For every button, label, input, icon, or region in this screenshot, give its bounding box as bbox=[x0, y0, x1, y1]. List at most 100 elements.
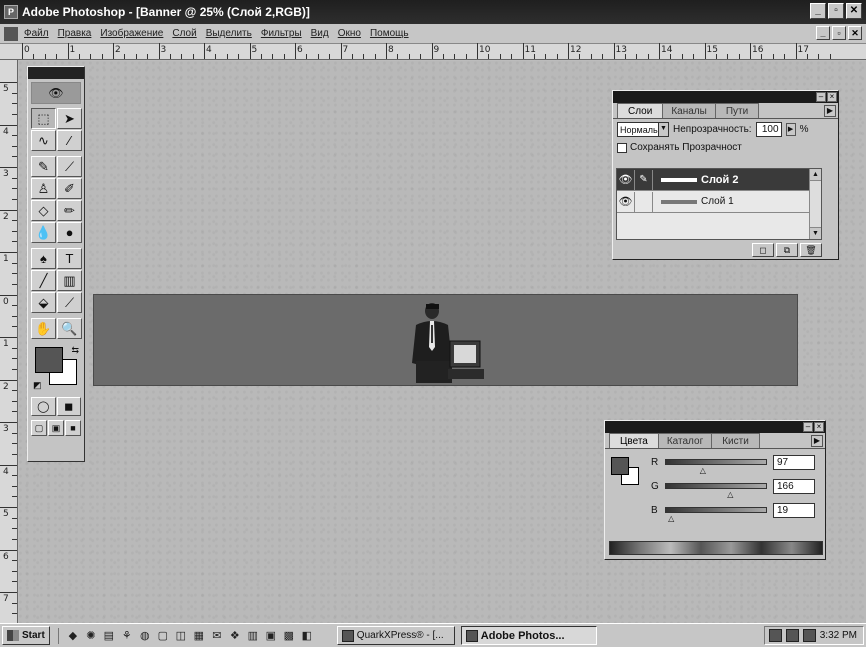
menu-view[interactable]: Вид bbox=[311, 28, 329, 39]
volume-icon[interactable] bbox=[785, 629, 799, 642]
menu-file[interactable]: Файл bbox=[24, 28, 49, 39]
paint-bucket-tool-icon[interactable]: ⬙ bbox=[31, 292, 56, 313]
maximize-button[interactable]: ▫ bbox=[828, 3, 844, 19]
scroll-down-icon[interactable]: ▼ bbox=[810, 227, 821, 239]
doc-restore-button[interactable]: ▫ bbox=[832, 26, 846, 40]
palette-minimize-icon[interactable]: – bbox=[803, 422, 813, 432]
full-screen-menu-button[interactable]: ▣ bbox=[48, 420, 64, 436]
foreground-color-swatch[interactable] bbox=[611, 457, 629, 475]
quick-launch-icon[interactable]: ▦ bbox=[191, 628, 207, 644]
standard-mode-button[interactable]: ◯ bbox=[31, 397, 56, 416]
quick-launch-icon[interactable]: ◧ bbox=[299, 628, 315, 644]
clock[interactable]: 3:32 PM bbox=[820, 630, 857, 641]
tab-paths[interactable]: Пути bbox=[714, 103, 760, 118]
brush-icon[interactable]: ✎ bbox=[635, 169, 653, 190]
quick-mask-mode-button[interactable]: ◼ bbox=[56, 397, 81, 416]
horizontal-ruler[interactable]: 0 1 2 3 4 5 6 7 8 9 10 11 12 13 14 15 16 17 bbox=[0, 43, 866, 60]
history-brush-tool-icon[interactable]: ✐ bbox=[57, 178, 82, 199]
quick-launch-icon[interactable]: ✉ bbox=[209, 628, 225, 644]
slider-thumb-icon[interactable]: △ bbox=[700, 466, 706, 475]
slider-thumb-icon[interactable]: △ bbox=[668, 514, 674, 523]
palette-minimize-icon[interactable]: – bbox=[816, 92, 826, 102]
menu-image[interactable]: Изображение bbox=[100, 28, 163, 39]
banner-image[interactable] bbox=[93, 294, 798, 386]
channel-slider[interactable] bbox=[665, 507, 767, 513]
eye-icon[interactable]: 👁 bbox=[617, 191, 635, 212]
trash-icon[interactable]: 🗑 bbox=[800, 243, 822, 257]
scroll-up-icon[interactable]: ▲ bbox=[810, 169, 821, 181]
palette-menu-arrow-icon[interactable]: ▶ bbox=[811, 435, 823, 447]
task-photoshop[interactable]: Adobe Photos... bbox=[460, 626, 597, 645]
brush-icon[interactable] bbox=[635, 191, 653, 212]
window-title-bar[interactable]: P Adobe Photoshop - [Banner @ 25% (Слой … bbox=[0, 0, 866, 24]
quick-launch-icon[interactable]: ◫ bbox=[173, 628, 189, 644]
blur-tool-icon[interactable]: 💧 bbox=[31, 222, 56, 243]
layer-row-2[interactable]: 👁 ✎ Слой 2 bbox=[617, 169, 821, 191]
quick-launch-icon[interactable]: ❖ bbox=[227, 628, 243, 644]
quick-launch-icon[interactable]: ▢ bbox=[155, 628, 171, 644]
vertical-ruler[interactable]: 5 4 3 2 1 0 1 2 3 4 5 6 7 bbox=[0, 60, 18, 625]
menu-layer[interactable]: Слой bbox=[172, 28, 196, 39]
eye-icon[interactable]: 👁 bbox=[617, 169, 635, 190]
channel-value-input[interactable]: 166 bbox=[773, 479, 815, 494]
task-quarkxpress[interactable]: QuarkXPress® - [... bbox=[336, 626, 455, 645]
document-icon[interactable] bbox=[4, 26, 18, 41]
tab-layers[interactable]: Слои bbox=[617, 103, 664, 118]
pen-tool-icon[interactable]: ♠ bbox=[31, 248, 56, 269]
zoom-tool-icon[interactable]: 🔍 bbox=[57, 318, 82, 339]
standard-screen-button[interactable]: ▢ bbox=[31, 420, 47, 436]
zoom-dodge-tool-icon[interactable]: ● bbox=[57, 222, 82, 243]
layer-row-1[interactable]: 👁 Слой 1 bbox=[617, 191, 821, 213]
tab-swatches[interactable]: Каталог bbox=[655, 433, 715, 448]
tab-channels[interactable]: Каналы bbox=[660, 103, 718, 118]
palette-menu-arrow-icon[interactable]: ▶ bbox=[824, 105, 836, 117]
default-colors-icon[interactable]: ◩ bbox=[33, 380, 42, 391]
slider-thumb-icon[interactable]: △ bbox=[727, 490, 733, 499]
new-layer-mask-icon[interactable]: ◻ bbox=[752, 243, 774, 257]
paintbrush-tool-icon[interactable]: ⟋ bbox=[57, 156, 82, 177]
keyboard-layout-icon[interactable] bbox=[802, 629, 816, 642]
opacity-slider-arrow-icon[interactable]: ▶ bbox=[785, 123, 796, 136]
full-screen-button[interactable]: ■ bbox=[65, 420, 81, 436]
layers-palette-title-bar[interactable]: – × bbox=[613, 91, 838, 103]
doc-minimize-button[interactable]: _ bbox=[816, 26, 830, 40]
channel-value-input[interactable]: 97 bbox=[773, 455, 815, 470]
preserve-transparency-checkbox[interactable] bbox=[617, 142, 627, 153]
close-button[interactable]: ✕ bbox=[846, 3, 862, 19]
marquee-tool-icon[interactable]: ⬚ bbox=[31, 108, 56, 129]
minimize-button[interactable]: _ bbox=[810, 3, 826, 19]
new-layer-icon[interactable]: ⧉ bbox=[776, 243, 798, 257]
lasso-tool-icon[interactable]: ∿ bbox=[31, 130, 56, 151]
doc-close-button[interactable]: ✕ bbox=[848, 26, 862, 40]
quick-launch-icon[interactable]: ✺ bbox=[83, 628, 99, 644]
palette-close-icon[interactable]: × bbox=[814, 422, 824, 432]
tab-brushes[interactable]: Кисти bbox=[711, 433, 760, 448]
swap-colors-icon[interactable]: ⇆ bbox=[71, 345, 79, 356]
adobe-eye-logo[interactable]: 👁 bbox=[31, 82, 81, 104]
channel-value-input[interactable]: 19 bbox=[773, 503, 815, 518]
foreground-color-swatch[interactable] bbox=[35, 347, 63, 373]
color-palette-title-bar[interactable]: – × bbox=[605, 421, 825, 433]
quick-launch-icon[interactable]: ▣ bbox=[263, 628, 279, 644]
menu-help[interactable]: Помощь bbox=[370, 28, 409, 39]
airbrush-tool-icon[interactable]: ✎ bbox=[31, 156, 56, 177]
menu-select[interactable]: Выделить bbox=[206, 28, 252, 39]
tab-color[interactable]: Цвета bbox=[609, 433, 659, 448]
move-tool-icon[interactable]: ➤ bbox=[57, 108, 82, 129]
start-button[interactable]: Start bbox=[2, 626, 50, 645]
quick-launch-icon[interactable]: ▩ bbox=[281, 628, 297, 644]
toolbox-title-bar[interactable] bbox=[28, 67, 84, 79]
quick-launch-icon[interactable]: ⚘ bbox=[119, 628, 135, 644]
rubber-stamp-tool-icon[interactable]: ♙ bbox=[31, 178, 56, 199]
channel-slider[interactable] bbox=[665, 483, 767, 489]
palette-close-icon[interactable]: × bbox=[827, 92, 837, 102]
eraser-tool-icon[interactable]: ◇ bbox=[31, 200, 56, 221]
quick-launch-icon[interactable]: ◆ bbox=[65, 628, 81, 644]
quick-launch-icon[interactable]: ◍ bbox=[137, 628, 153, 644]
hand-tool-icon[interactable]: ✋ bbox=[31, 318, 56, 339]
network-icon[interactable] bbox=[768, 629, 782, 642]
gradient-tool-icon[interactable]: ▥ bbox=[57, 270, 82, 291]
channel-slider[interactable] bbox=[665, 459, 767, 465]
eyedropper-tool-icon[interactable]: ⟋ bbox=[57, 292, 82, 313]
pencil-tool-icon[interactable]: ✏ bbox=[57, 200, 82, 221]
